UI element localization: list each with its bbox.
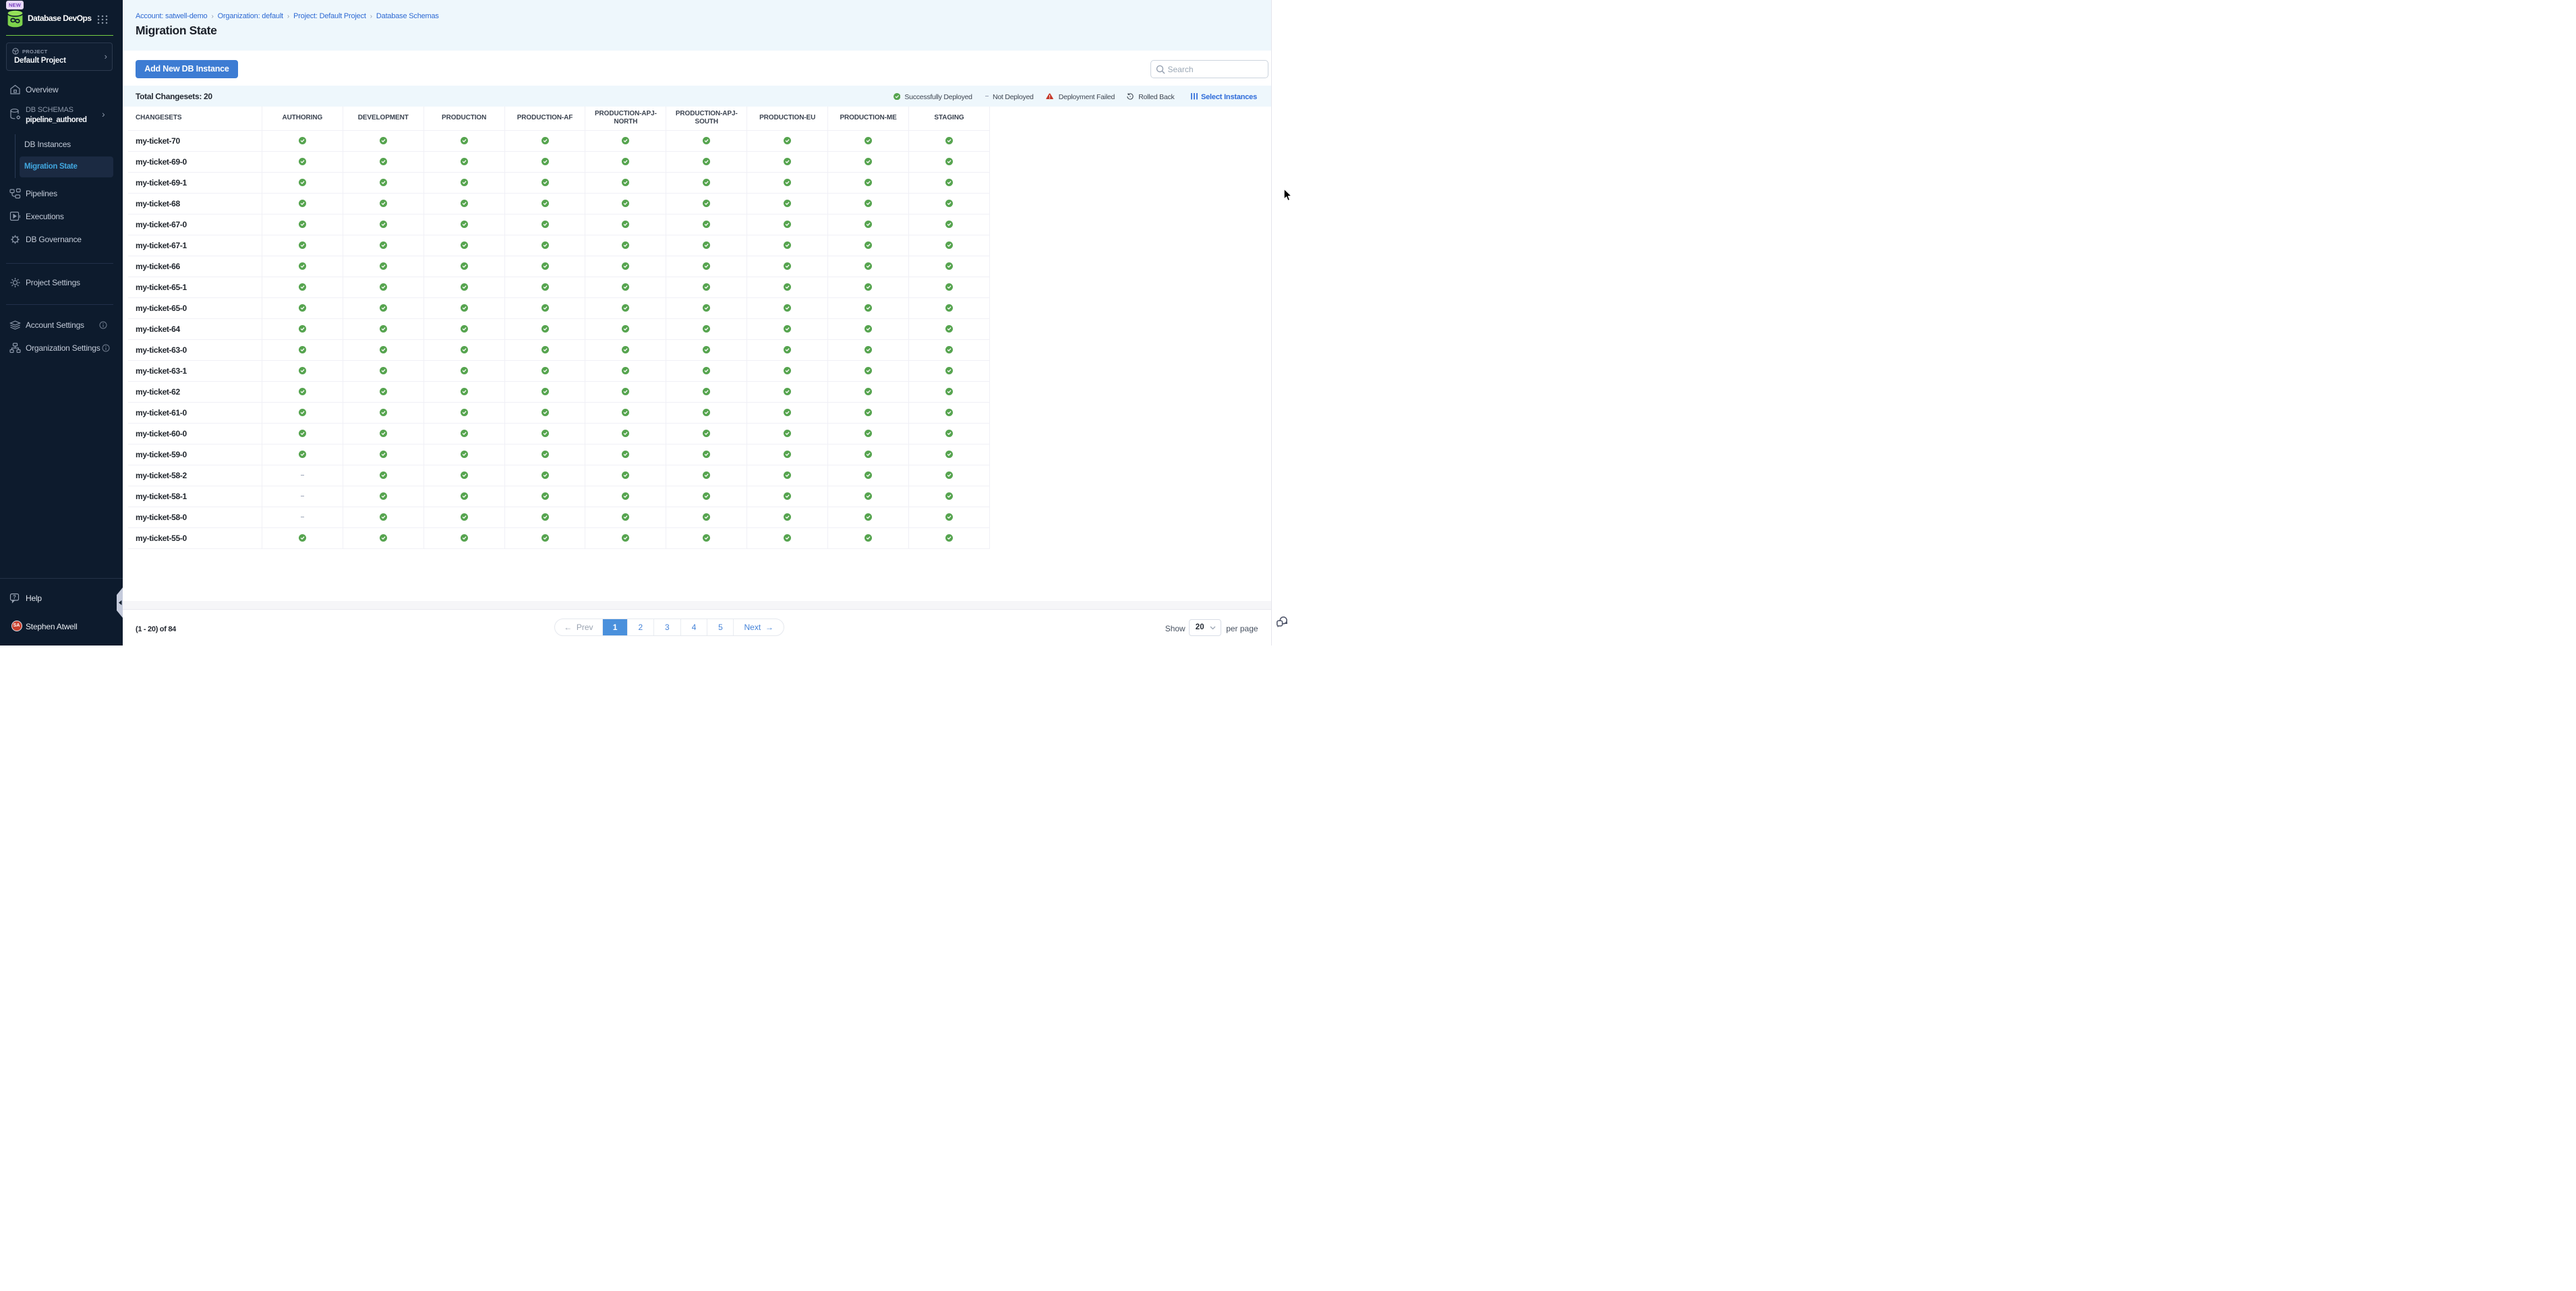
svg-text:?: ? (13, 594, 16, 600)
